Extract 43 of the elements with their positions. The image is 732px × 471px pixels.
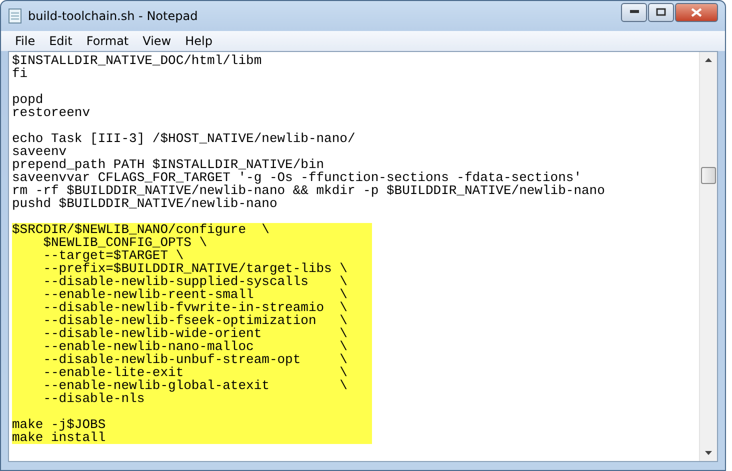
code-line: make install (12, 431, 107, 444)
code-line: --disable-newlib-fvwrite-in-streamio \ (42, 301, 348, 314)
code-line: saveenvvar CFLAGS_FOR_TARGET '-g -Os -ffunction-sections -fdata-sections' (12, 171, 582, 184)
code-line: $INSTALLDIR_NATIVE_DOC/html/libm (12, 54, 263, 67)
code-line: --target=$TARGET \ (42, 249, 184, 262)
menu-item[interactable]: Format (79, 34, 136, 48)
code-line: --enable-newlib-nano-malloc \ (42, 340, 348, 353)
code-line: popd (12, 93, 44, 106)
scroll-up-icon[interactable] (705, 58, 712, 62)
code-line: $NEWLIB_CONFIG_OPTS \ (43, 236, 208, 249)
scrollbar-thumb[interactable] (701, 167, 716, 184)
code-line: echo Task [III-3] /$HOST_NATIVE/newlib-nano/ (12, 132, 356, 145)
window-title: build-toolchain.sh - Notepad (28, 9, 199, 23)
code-line: pushd $BUILDDIR_NATIVE/newlib-nano (12, 197, 278, 210)
code-line: rm -rf $BUILDDIR_NATIVE/newlib-nano && mkdir -p $BUILDDIR_NATIVE/newlib-nano (12, 184, 606, 197)
code-line: --disable-newlib-supplied-syscalls \ (42, 275, 348, 288)
code-line: $SRCDIR/$NEWLIB_NANO/configure \ (12, 223, 270, 236)
code-line: make -j$JOBS (12, 418, 107, 431)
scroll-down-icon[interactable] (705, 451, 712, 455)
code-line: --prefix=$BUILDDIR_NATIVE/target-libs \ (42, 262, 348, 275)
code-line: --enable-newlib-global-atexit \ (42, 379, 348, 392)
code-line: prepend_path PATH $INSTALLDIR_NATIVE/bin (12, 158, 324, 171)
minimize-icon (630, 10, 638, 14)
code-line: --disable-newlib-fseek-optimization \ (42, 314, 348, 327)
notepad-icon (8, 8, 22, 24)
maximize-button[interactable] (648, 2, 674, 22)
minimize-button[interactable] (621, 2, 647, 22)
code-line: saveenv (12, 145, 67, 158)
code-line: fi (12, 67, 29, 80)
code-line: --enable-newlib-reent-small \ (42, 288, 348, 301)
code-line: --enable-lite-exit \ (42, 366, 348, 379)
maximize-icon (656, 8, 666, 16)
menu-item[interactable]: View (136, 34, 178, 48)
code-line: restoreenv (12, 106, 92, 119)
code-line: --disable-nls (42, 392, 145, 405)
close-icon (691, 8, 702, 16)
menu-item[interactable]: Edit (42, 34, 80, 48)
menu-item[interactable]: File (8, 34, 42, 48)
code-line: --disable-newlib-wide-orient \ (42, 327, 348, 340)
menu-item[interactable]: Help (178, 34, 220, 48)
vertical-scrollbar[interactable] (699, 52, 717, 461)
close-button[interactable] (675, 2, 718, 22)
code-line: --disable-newlib-unbuf-stream-opt \ (42, 353, 348, 366)
